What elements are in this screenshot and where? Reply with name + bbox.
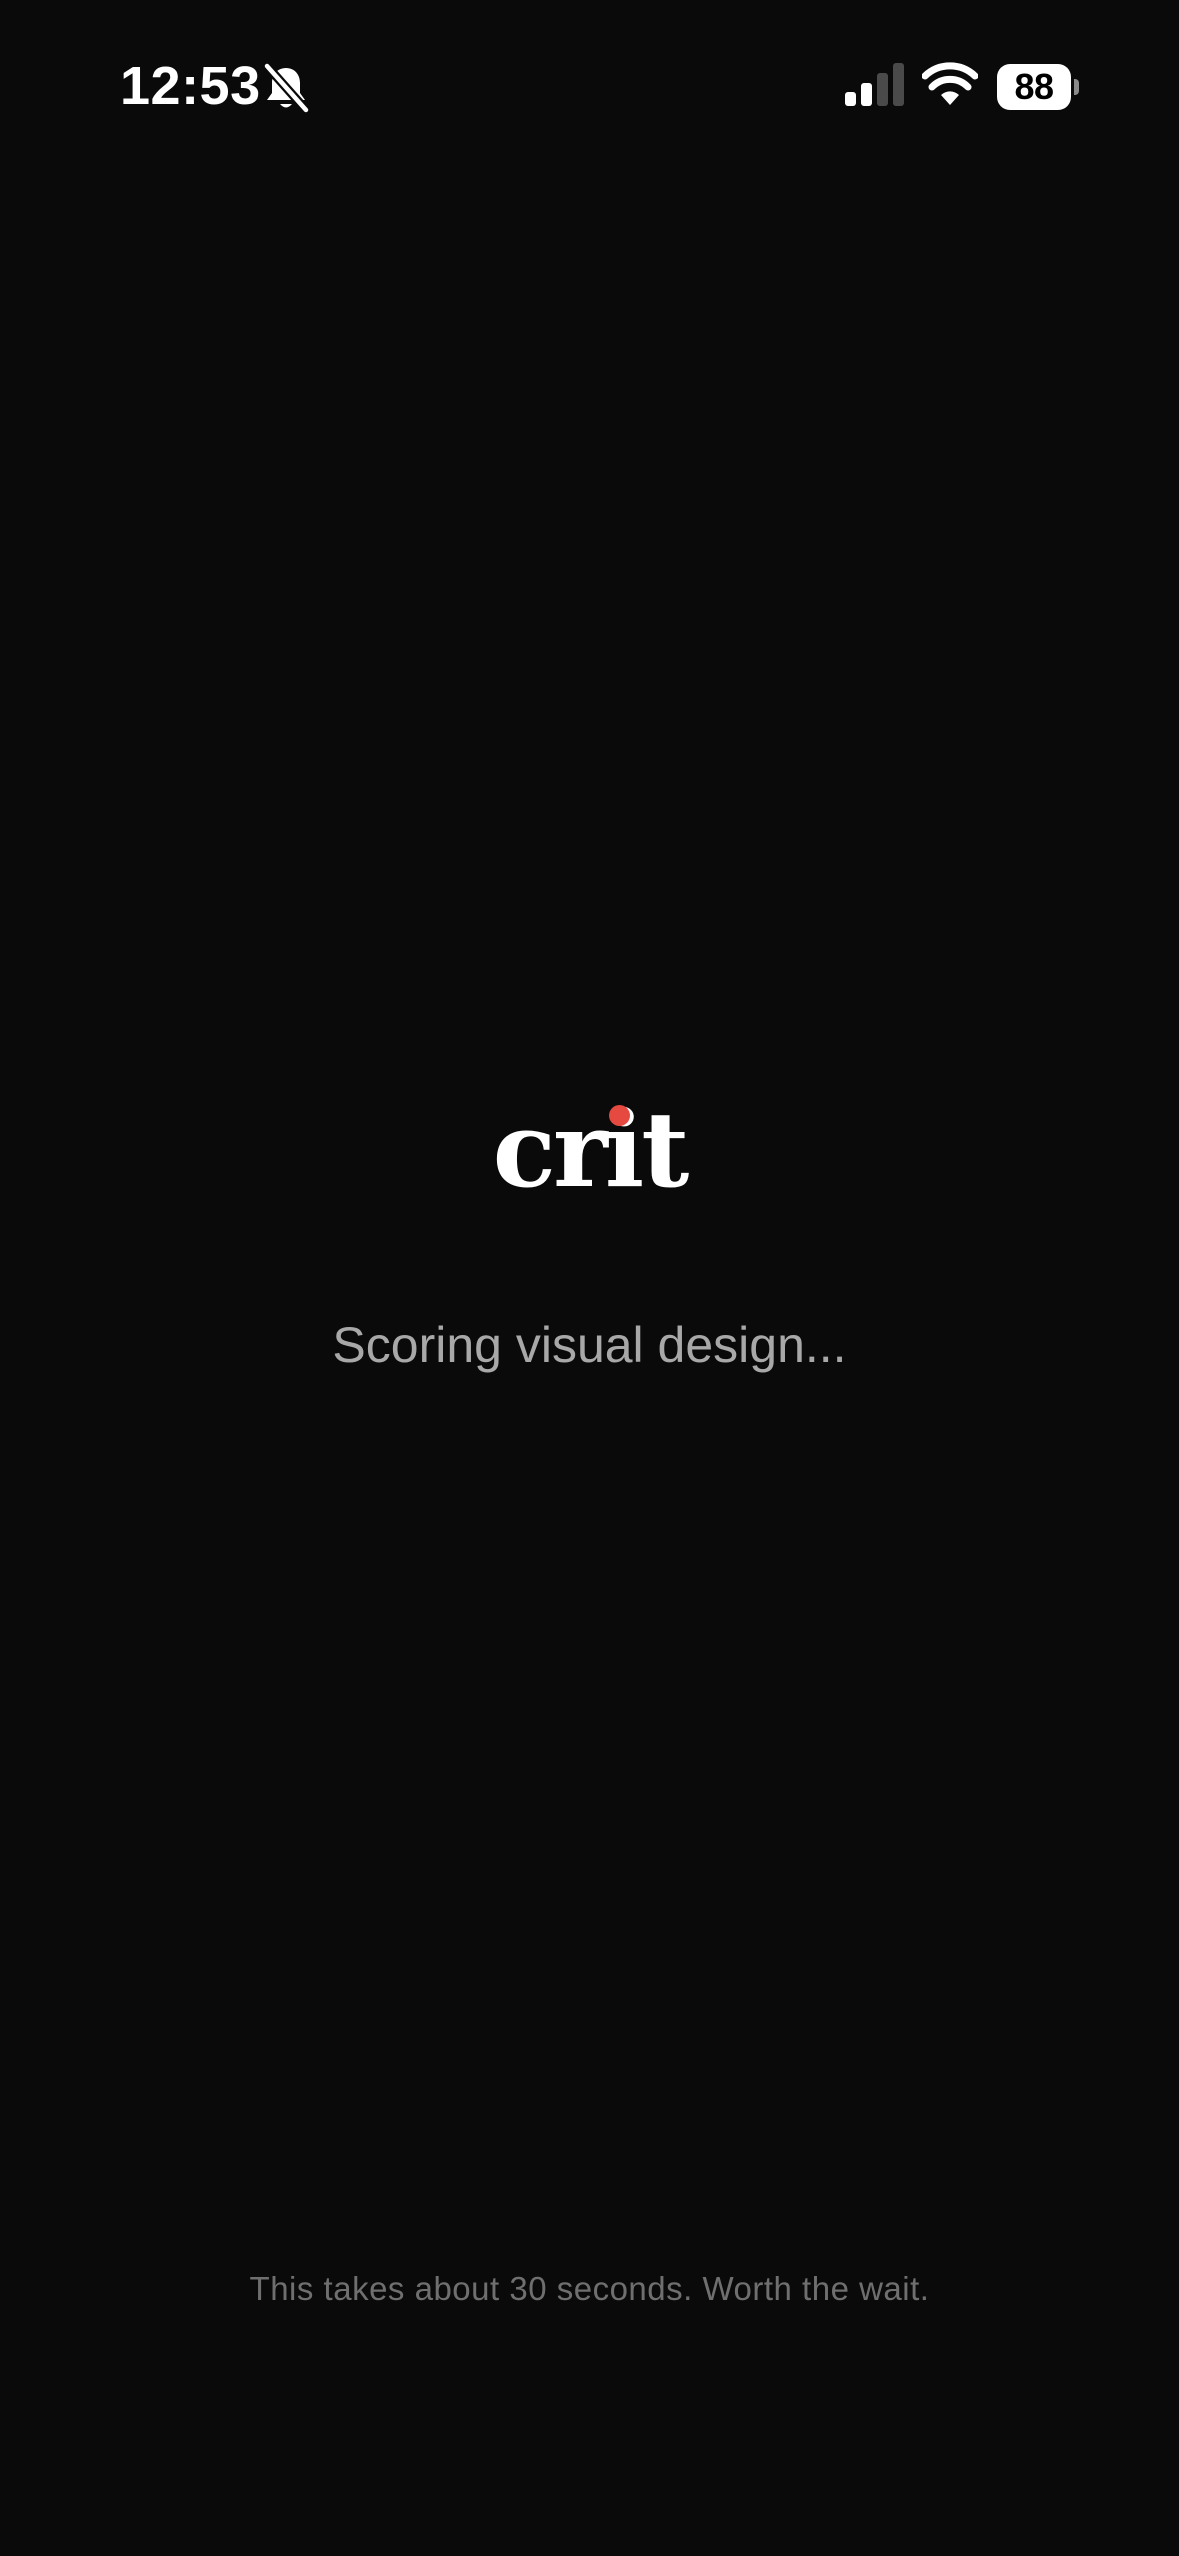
bell-slash-icon xyxy=(262,62,310,114)
logo-accent-dot xyxy=(609,1105,630,1126)
battery-level: 88 xyxy=(997,64,1071,110)
status-bar: 12:53 88 xyxy=(0,0,1179,175)
app-logo: crit xyxy=(0,1090,1179,1210)
status-time: 12:53 xyxy=(120,56,261,116)
battery-cap xyxy=(1074,79,1079,95)
logo-wordmark: crit xyxy=(492,1088,690,1211)
cellular-signal-icon xyxy=(845,63,904,106)
wifi-icon xyxy=(922,62,978,105)
wait-note: This takes about 30 seconds. Worth the w… xyxy=(249,2270,930,2307)
battery-indicator: 88 xyxy=(997,64,1079,110)
loading-message: Scoring visual design... xyxy=(332,1317,847,1373)
